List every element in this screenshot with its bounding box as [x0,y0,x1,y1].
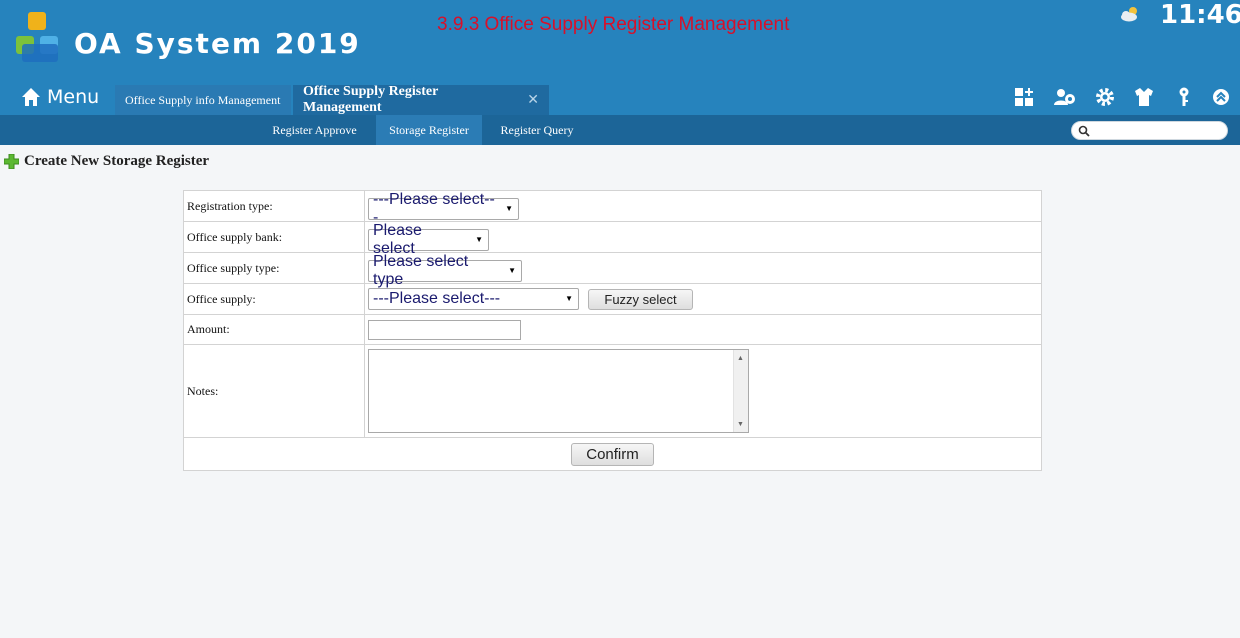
chevron-down-icon: ▼ [508,266,516,275]
gear-icon[interactable] [1093,86,1117,108]
search-input[interactable] [1092,123,1222,138]
subnav-storage-register[interactable]: Storage Register [376,115,482,145]
subnav-register-query[interactable]: Register Query [487,115,587,145]
menu-label: Menu [47,86,100,108]
users-settings-icon[interactable] [1053,86,1077,108]
section-title-text: Create New Storage Register [24,153,210,169]
notes-label: Notes: [183,344,365,438]
grid-plus-icon[interactable] [1012,86,1036,108]
amount-input[interactable] [368,319,521,340]
key-icon[interactable] [1172,86,1196,108]
amount-label: Amount: [183,314,365,345]
office-supply-label: Office supply: [183,283,365,315]
section-title: Create New Storage Register [4,153,209,170]
search-box[interactable] [1071,121,1228,140]
chevron-down-icon: ▼ [565,294,573,304]
tab-close-icon[interactable]: ✕ [527,92,539,108]
app-title: OA System 2019 [74,27,361,60]
home-icon [22,88,40,106]
tab-office-supply-register[interactable]: Office Supply Register Management ✕ [293,84,549,115]
notes-scrollbar[interactable]: ▲ ▼ [733,350,748,432]
search-icon [1078,125,1090,137]
confirm-button[interactable]: Confirm [571,442,654,466]
supply-type-select[interactable]: Please select type ▼ [368,253,522,288]
subnav-register-approve[interactable]: Register Approve [258,115,371,145]
chevron-down-icon: ▼ [505,204,513,213]
chevron-down-icon: ▼ [475,235,483,244]
tab-label: Office Supply info Management [125,92,281,107]
registration-type-label: Registration type: [183,190,365,222]
supply-bank-label: Office supply bank: [183,221,365,253]
storage-register-form: Registration type: ---Please select--- ▼… [183,190,1042,471]
fuzzy-select-button[interactable]: Fuzzy select [588,289,693,311]
sub-navigation: Register Approve Storage Register Regist… [0,115,1240,145]
scroll-up-icon[interactable]: ▲ [737,354,744,362]
registration-type-select[interactable]: ---Please select--- ▼ [368,191,519,226]
supply-type-value: Please select type [373,252,469,288]
module-title: 3.9.3 Office Supply Register Management [437,14,790,35]
clock: 11:46 [1160,0,1240,30]
scroll-down-icon[interactable]: ▼ [737,420,744,428]
menu-button[interactable]: Menu [21,83,99,111]
supply-bank-select[interactable]: Please select ▼ [368,222,489,257]
shirt-icon[interactable] [1132,86,1156,108]
app-logo [16,12,62,64]
partly-cloudy-icon [1121,7,1137,22]
plus-icon [4,154,19,169]
office-supply-value: ---Please select--- [373,289,501,307]
chevron-up-icon[interactable] [1209,86,1233,108]
tab-office-supply-info[interactable]: Office Supply info Management [115,85,291,115]
supply-type-label: Office supply type: [183,252,365,284]
notes-textarea[interactable]: ▲ ▼ [368,349,749,433]
tab-label: Office Supply Register Management [303,84,439,115]
office-supply-select[interactable]: ---Please select--- ▼ [368,287,579,310]
